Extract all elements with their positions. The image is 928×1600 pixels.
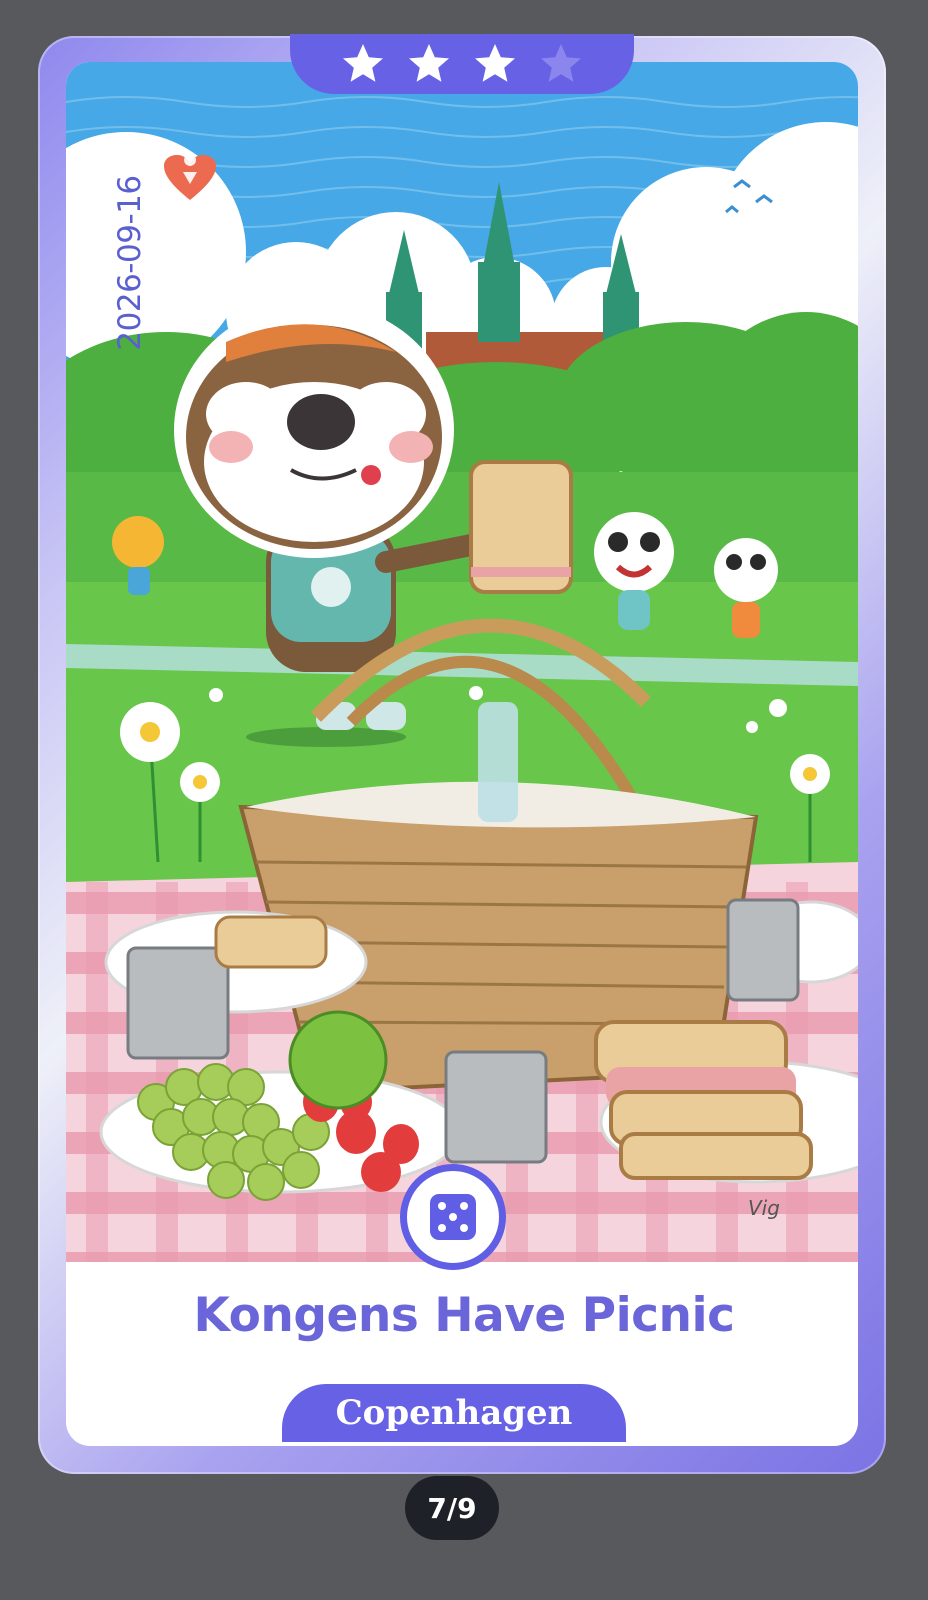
- card-date: 2026-09-16: [105, 168, 155, 358]
- star-icon: [343, 44, 383, 82]
- city-label: Copenhagen: [335, 1393, 573, 1433]
- star-empty-icon: [541, 44, 581, 82]
- page-indicator: 7/9: [405, 1476, 499, 1540]
- dice-icon: [430, 1194, 476, 1240]
- artist-signature: Vig: [748, 1196, 780, 1220]
- picnic-illustration: [66, 62, 858, 1302]
- star-icon: [475, 44, 515, 82]
- roll-dice-button[interactable]: [400, 1164, 506, 1270]
- card-title: Kongens Have Picnic: [193, 1288, 735, 1343]
- heart-location-icon[interactable]: [162, 154, 218, 202]
- star-rating: [290, 34, 634, 94]
- star-icon: [409, 44, 449, 82]
- city-label-tab: Copenhagen: [282, 1384, 626, 1442]
- card-date-text: 2026-09-16: [112, 175, 148, 351]
